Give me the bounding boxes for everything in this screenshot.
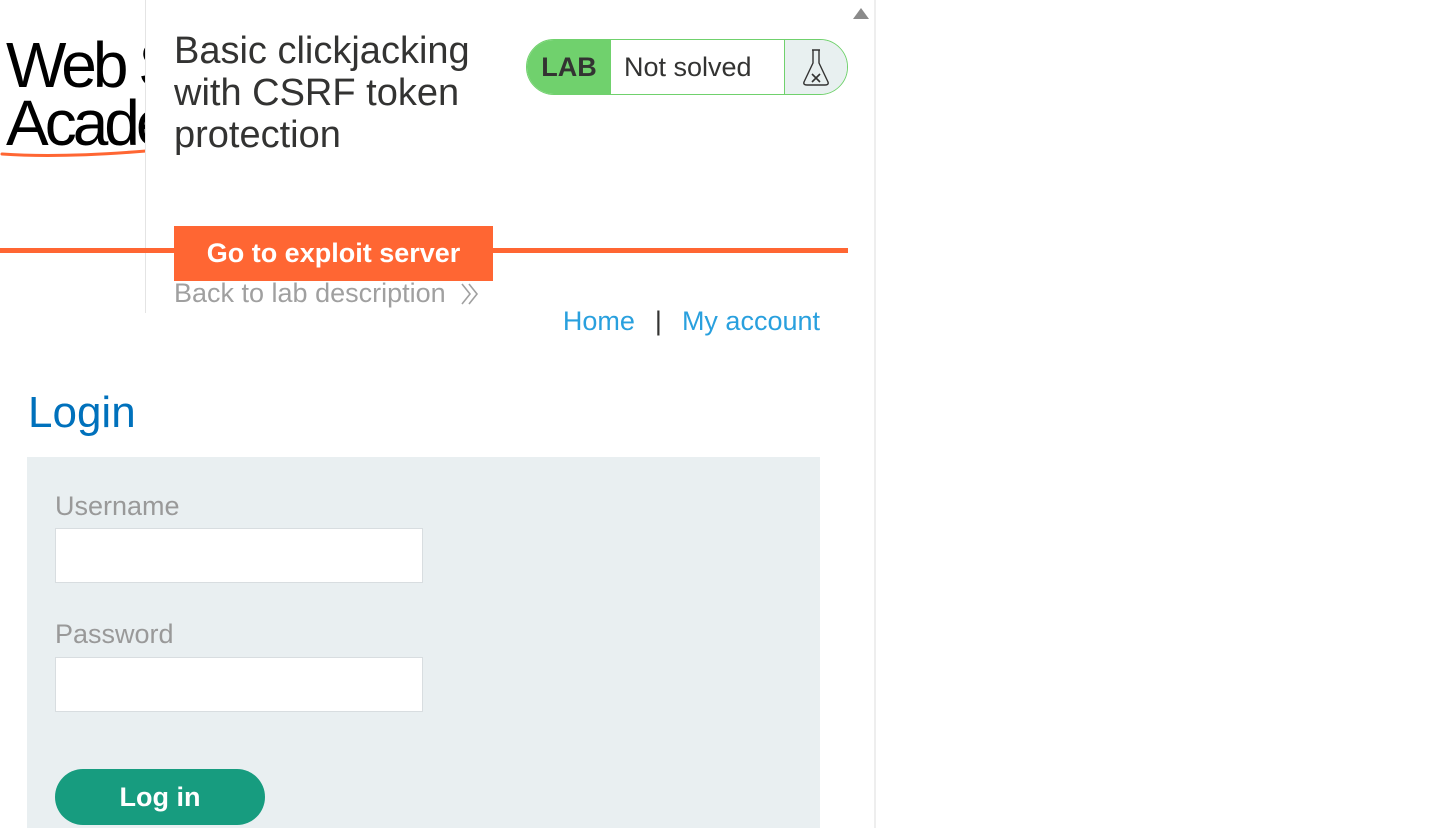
lab-page-frame: Web Security Academy Basic clickjacking …	[0, 0, 848, 828]
login-heading: Login	[28, 388, 136, 437]
password-label: Password	[55, 619, 174, 649]
nav-home-link[interactable]: Home	[563, 306, 635, 337]
login-form: Username Password Log in	[27, 457, 820, 828]
go-to-exploit-server-button[interactable]: Go to exploit server	[174, 226, 493, 281]
username-input[interactable]	[55, 528, 423, 583]
back-to-lab-description-link[interactable]: Back to lab description	[174, 278, 480, 309]
top-nav: Home | My account	[563, 306, 820, 337]
back-link-label: Back to lab description	[174, 278, 446, 308]
header-divider	[145, 0, 146, 313]
status-icon-container	[785, 40, 847, 94]
lab-status-widget: LAB Not solved	[526, 39, 848, 95]
lab-badge: LAB	[527, 40, 611, 94]
log-in-button[interactable]: Log in	[55, 769, 265, 825]
double-chevron-right-icon	[461, 283, 478, 304]
username-label: Username	[55, 491, 180, 521]
nav-separator: |	[654, 306, 662, 336]
nav-my-account-link[interactable]: My account	[682, 306, 820, 337]
web-security-academy-logo[interactable]: Web Security Academy	[0, 28, 146, 168]
logo-line-2: Academy	[6, 87, 146, 159]
flask-icon	[803, 49, 829, 86]
logo-line-1: Web Security	[6, 29, 146, 101]
logo-underline-swoosh	[0, 149, 146, 157]
lab-title: Basic clickjacking with CSRF token prote…	[174, 30, 470, 156]
lab-status-text: Not solved	[611, 40, 785, 94]
vertical-scrollbar[interactable]	[848, 0, 876, 828]
scroll-up-arrow-icon[interactable]	[853, 8, 869, 19]
password-input[interactable]	[55, 657, 423, 712]
